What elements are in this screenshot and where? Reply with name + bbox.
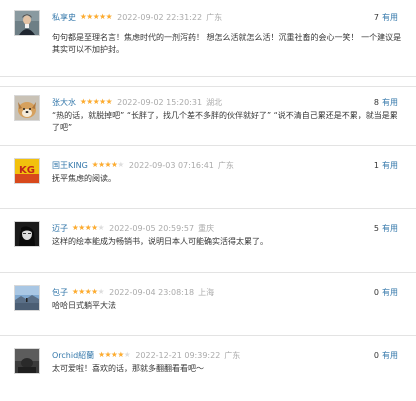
rating-stars: ★★★★★★★★★★: [72, 223, 105, 233]
portrait-avatar-icon: [15, 11, 39, 35]
username-link[interactable]: Orchid紹蘭: [52, 350, 94, 361]
username-link[interactable]: 私享史: [52, 12, 76, 23]
username-link[interactable]: 迈子: [52, 223, 68, 234]
review-meta: 私享史 ★★★★★ ★★★★★ 2022-09-02 22:31:22 广东: [52, 10, 402, 24]
review-content: “热的话，就脱掉吧” “长胖了，找几个差不多胖的伙伴就好了” “说不清自己累还是…: [52, 111, 398, 132]
review-item: 张大水 ★★★★★ ★★★★★ 2022-09-02 15:20:31 湖北 8 …: [0, 86, 416, 146]
rating-stars: ★★★★★★★★★★: [80, 97, 113, 107]
username-link[interactable]: 张大水: [52, 97, 76, 108]
useful-vote: 7 有用: [374, 10, 398, 24]
review-location: 重庆: [198, 223, 215, 233]
review-date: 2022-09-03 07:16:41: [128, 160, 214, 170]
review-location: 上海: [198, 287, 215, 297]
useful-vote: 0 有用: [374, 285, 398, 299]
dog-avatar-icon: [15, 96, 39, 120]
avatar[interactable]: [14, 348, 40, 374]
avatar[interactable]: KG: [14, 158, 40, 184]
review-location: 广东: [224, 350, 241, 360]
review-content: 抚平焦虑的阅读。: [52, 174, 116, 183]
useful-count: 8: [373, 97, 379, 107]
rating-stars: ★★★★★★★★★★: [98, 350, 131, 360]
review-content: 句句都是至理名言！焦虑时代的一剂泻药！ 想怎么活就怎么活！沉重社畜的会心一笑！ …: [52, 33, 402, 54]
review-item: 包子 ★★★★★★★★★★ 2022-09-04 23:08:18 上海 0 有…: [0, 274, 416, 336]
review-item: 私享史 ★★★★★ ★★★★★ 2022-09-02 22:31:22 广东 7 …: [0, 0, 416, 77]
review-meta: Orchid紹蘭 ★★★★★★★★★★ 2022-12-21 09:39:22 …: [52, 348, 402, 362]
avatar[interactable]: [14, 285, 40, 311]
useful-count: 7: [373, 12, 379, 22]
review-meta: 张大水 ★★★★★ ★★★★★ 2022-09-02 15:20:31 湖北: [52, 95, 402, 109]
review-meta: 迈子 ★★★★★★★★★★ 2022-09-05 20:59:57 重庆: [52, 221, 402, 235]
avatar[interactable]: [14, 221, 40, 247]
useful-vote: 8 有用: [374, 95, 398, 109]
review-date: 2022-09-02 22:31:22: [117, 12, 203, 22]
review-meta: 包子 ★★★★★★★★★★ 2022-09-04 23:08:18 上海: [52, 285, 402, 299]
review-date: 2022-09-02 15:20:31: [117, 97, 203, 107]
review-content: 这样的绘本能成为畅销书，说明日本人可能确实活得太累了。: [52, 237, 268, 246]
king-logo-avatar-icon: KG: [15, 159, 39, 183]
useful-button[interactable]: 有用: [382, 160, 398, 171]
useful-vote: 0 有用: [374, 348, 398, 362]
review-content: 哈哈日式躺平大法: [52, 301, 116, 310]
review-date: 2022-09-05 20:59:57: [109, 223, 195, 233]
bw-face-avatar-icon: [15, 222, 39, 246]
useful-button[interactable]: 有用: [382, 97, 398, 108]
review-meta: 国王KING ★★★★★★★★★★ 2022-09-03 07:16:41 广东: [52, 158, 402, 172]
avatar[interactable]: [14, 95, 40, 121]
useful-count: 5: [373, 223, 379, 233]
dark-photo-avatar-icon: [15, 349, 39, 373]
review-date: 2022-12-21 09:39:22: [135, 350, 221, 360]
review-item: KG 国王KING ★★★★★★★★★★ 2022-09-03 07:16:41…: [0, 147, 416, 209]
useful-button[interactable]: 有用: [382, 287, 398, 298]
review-content: 太可爱啦！喜欢的话，那就多翻翻看看吧～: [52, 364, 204, 373]
review-location: 湖北: [206, 97, 223, 107]
useful-vote: 1 有用: [374, 158, 398, 172]
rating-stars: ★★★★★★★★★★: [72, 287, 105, 297]
useful-count: 0: [373, 350, 379, 360]
avatar[interactable]: [14, 10, 40, 36]
review-location: 广东: [206, 12, 223, 22]
rating-stars: ★★★★★★★★★★: [80, 12, 113, 22]
useful-count: 1: [373, 160, 379, 170]
landscape-avatar-icon: [15, 286, 39, 310]
rating-stars: ★★★★★★★★★★: [91, 160, 124, 170]
username-link[interactable]: 国王KING: [52, 160, 88, 171]
useful-button[interactable]: 有用: [382, 12, 398, 23]
review-location: 广东: [217, 160, 234, 170]
username-link[interactable]: 包子: [52, 287, 68, 298]
useful-count: 0: [373, 287, 379, 297]
review-list: 私享史 ★★★★★ ★★★★★ 2022-09-02 22:31:22 广东 7 …: [0, 0, 416, 401]
useful-vote: 5 有用: [374, 221, 398, 235]
review-date: 2022-09-04 23:08:18: [109, 287, 195, 297]
review-item: Orchid紹蘭 ★★★★★★★★★★ 2022-12-21 09:39:22 …: [0, 337, 416, 401]
useful-button[interactable]: 有用: [382, 223, 398, 234]
useful-button[interactable]: 有用: [382, 350, 398, 361]
review-item: 迈子 ★★★★★★★★★★ 2022-09-05 20:59:57 重庆 5 有…: [0, 210, 416, 273]
svg-text:KG: KG: [19, 165, 35, 176]
